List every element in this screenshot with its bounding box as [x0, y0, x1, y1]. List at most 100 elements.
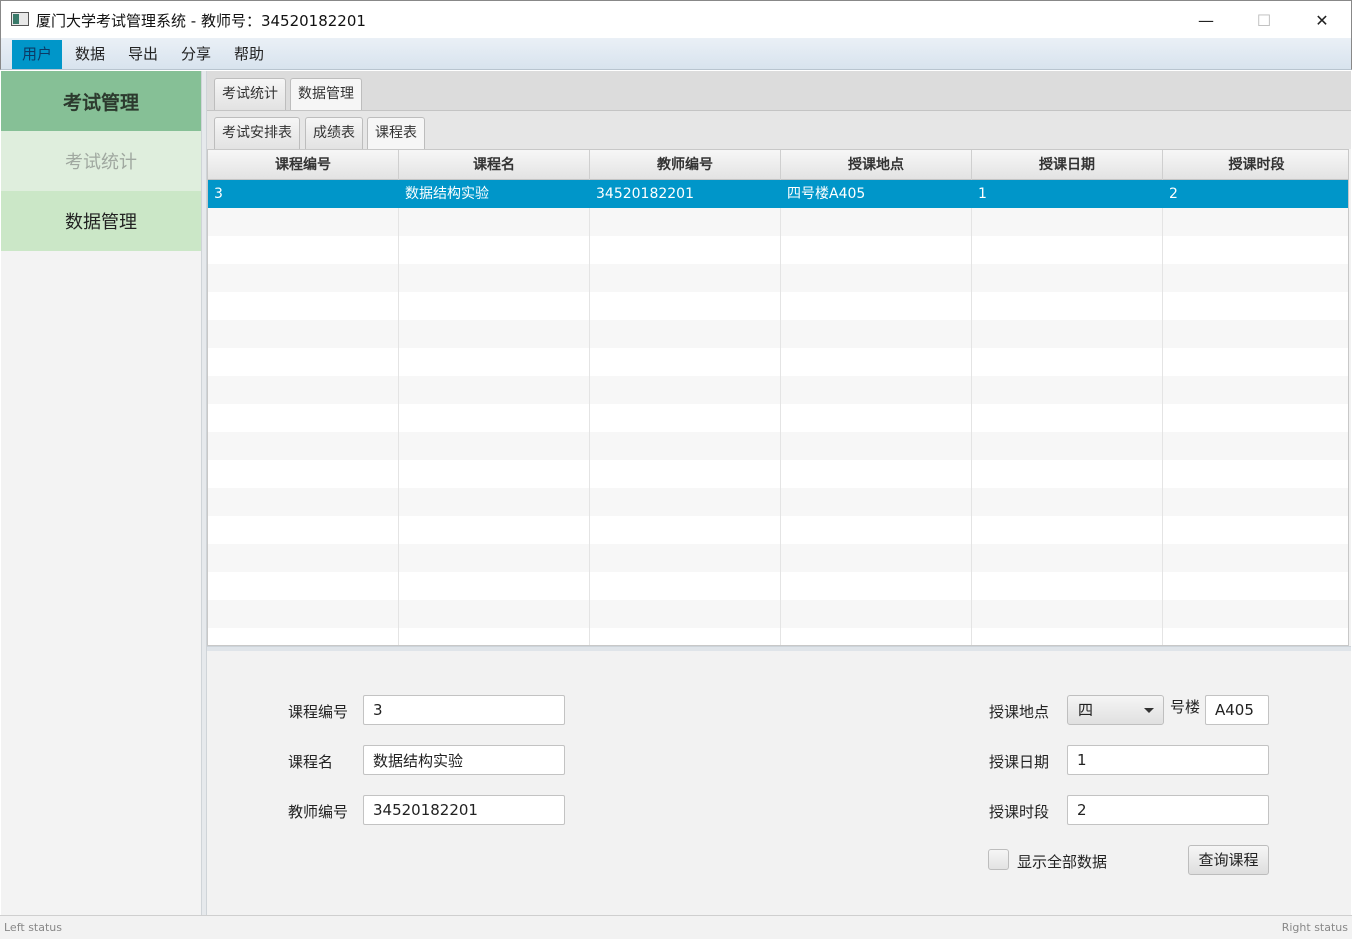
room-input[interactable] — [1205, 695, 1269, 725]
building-select[interactable]: 四 — [1067, 695, 1164, 725]
column-header-period[interactable]: 授课时段 — [1163, 150, 1348, 180]
table-cell-empty — [781, 572, 972, 600]
table-cell-empty — [781, 460, 972, 488]
table-cell-empty — [1163, 348, 1348, 376]
tab-course-table[interactable]: 课程表 — [367, 117, 425, 149]
table-row-empty[interactable] — [208, 264, 1348, 292]
sidebar-item-data-management[interactable]: 数据管理 — [1, 191, 201, 251]
table-cell-empty — [972, 264, 1163, 292]
show-all-checkbox[interactable] — [988, 849, 1009, 870]
date-input[interactable] — [1067, 745, 1269, 775]
table-cell-empty — [399, 376, 590, 404]
status-left: Left status — [4, 921, 62, 934]
table-cell-empty — [590, 572, 781, 600]
table-cell-empty — [590, 376, 781, 404]
table-row-empty[interactable] — [208, 544, 1348, 572]
table-row-empty[interactable] — [208, 572, 1348, 600]
table-cell-empty — [1163, 404, 1348, 432]
column-header-date[interactable]: 授课日期 — [972, 150, 1163, 180]
table-row-empty[interactable] — [208, 292, 1348, 320]
column-header-course-id[interactable]: 课程编号 — [208, 150, 399, 180]
table-cell-empty — [590, 544, 781, 572]
table-cell-empty — [781, 292, 972, 320]
table-cell-empty — [399, 404, 590, 432]
cell-period: 2 — [1169, 186, 1178, 202]
tab-data-management[interactable]: 数据管理 — [290, 78, 362, 110]
status-right: Right status — [1281, 921, 1348, 934]
query-course-button[interactable]: 查询课程 — [1188, 845, 1269, 875]
sidebar-item-exam-stats[interactable]: 考试统计 — [1, 131, 201, 191]
table-cell-empty — [208, 264, 399, 292]
building-select-value: 四 — [1078, 701, 1094, 719]
table-cell-empty — [972, 404, 1163, 432]
table-row-empty[interactable] — [208, 460, 1348, 488]
table-row-empty[interactable] — [208, 600, 1348, 628]
table-cell-empty — [590, 264, 781, 292]
menu-user[interactable]: 用户 — [12, 40, 63, 69]
table-row-empty[interactable] — [208, 348, 1348, 376]
column-header-course-name[interactable]: 课程名 — [399, 150, 590, 180]
table-cell-empty — [208, 208, 399, 236]
table-cell-empty — [590, 292, 781, 320]
close-button[interactable]: ✕ — [1293, 1, 1351, 39]
table-cell-empty — [208, 600, 399, 628]
sub-tab-bar: 考试安排表 成绩表 课程表 — [207, 111, 1351, 149]
table-row-empty[interactable] — [208, 404, 1348, 432]
table-row-empty[interactable] — [208, 628, 1348, 645]
teacher-id-input[interactable] — [363, 795, 565, 825]
table-row[interactable]: 3 数据结构实验 34520182201 四号楼A405 1 2 — [208, 180, 1348, 208]
table-cell-empty — [1163, 572, 1348, 600]
table-cell-empty — [208, 488, 399, 516]
table-cell-empty — [590, 208, 781, 236]
table-row-empty[interactable] — [208, 432, 1348, 460]
maximize-button[interactable]: ☐ — [1235, 1, 1293, 39]
table-cell-empty — [399, 600, 590, 628]
table-cell-empty — [781, 376, 972, 404]
menu-help[interactable]: 帮助 — [224, 40, 274, 69]
table-cell-empty — [399, 572, 590, 600]
column-header-teacher-id[interactable]: 教师编号 — [590, 150, 781, 180]
table-cell-empty — [781, 348, 972, 376]
table-cell-empty — [590, 320, 781, 348]
show-all-label[interactable]: 显示全部数据 — [1017, 851, 1107, 872]
table-cell-empty — [208, 404, 399, 432]
period-label: 授课时段 — [989, 803, 1050, 821]
table-row-empty[interactable] — [208, 236, 1348, 264]
table-cell-empty — [208, 348, 399, 376]
menu-export[interactable]: 导出 — [118, 40, 168, 69]
table-cell-empty — [781, 264, 972, 292]
table-row-empty[interactable] — [208, 488, 1348, 516]
table-cell-empty — [1163, 544, 1348, 572]
table-cell-empty — [399, 264, 590, 292]
tab-exam-stats[interactable]: 考试统计 — [214, 78, 286, 110]
table-cell-empty — [781, 488, 972, 516]
table-cell-empty — [972, 488, 1163, 516]
minimize-button[interactable]: — — [1177, 1, 1235, 39]
table-cell-empty — [590, 460, 781, 488]
period-input[interactable] — [1067, 795, 1269, 825]
table-cell-empty — [781, 628, 972, 645]
table-cell-empty — [972, 516, 1163, 544]
table-cell-empty — [208, 376, 399, 404]
tab-exam-schedule[interactable]: 考试安排表 — [214, 117, 300, 149]
table-row-empty[interactable] — [208, 320, 1348, 348]
course-id-label: 课程编号 — [288, 703, 349, 721]
table-row-empty[interactable] — [208, 376, 1348, 404]
table-cell-empty — [590, 488, 781, 516]
cell-course-name: 数据结构实验 — [399, 180, 590, 208]
table-cell-empty — [972, 432, 1163, 460]
table-cell-empty — [1163, 488, 1348, 516]
table-row-empty[interactable] — [208, 516, 1348, 544]
cell-course-id: 3 — [208, 180, 399, 208]
menu-share[interactable]: 分享 — [171, 40, 221, 69]
table-cell-empty — [781, 544, 972, 572]
course-id-input[interactable] — [363, 695, 565, 725]
sidebar-header[interactable]: 考试管理 — [1, 71, 201, 131]
table-cell-empty — [972, 572, 1163, 600]
tab-grades[interactable]: 成绩表 — [305, 117, 363, 149]
column-header-location[interactable]: 授课地点 — [781, 150, 972, 180]
menu-data[interactable]: 数据 — [65, 40, 115, 69]
course-name-input[interactable] — [363, 745, 565, 775]
title-bar: 厦门大学考试管理系统 - 教师号：34520182201 — ☐ ✕ — [0, 0, 1352, 38]
table-row-empty[interactable] — [208, 208, 1348, 236]
